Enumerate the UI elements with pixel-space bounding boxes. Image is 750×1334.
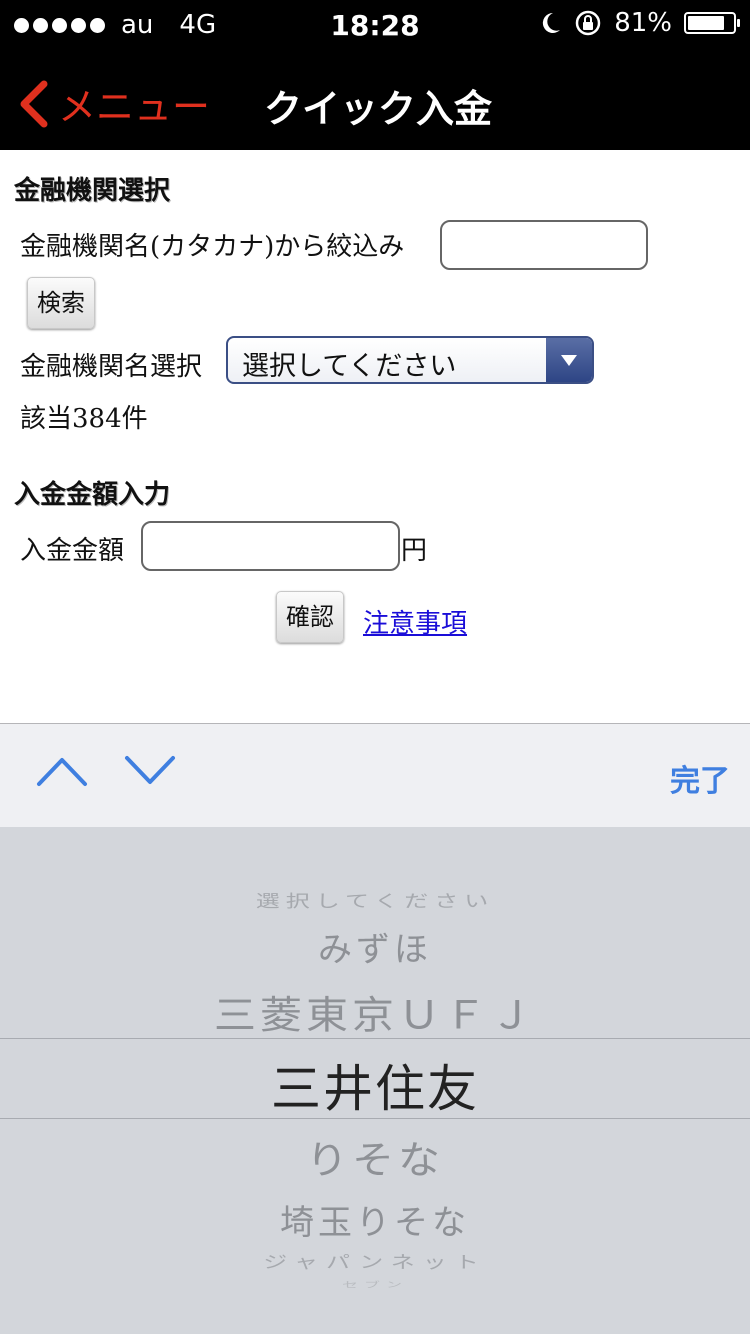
picker-option[interactable]: 選択してください xyxy=(0,887,750,912)
bank-select-value: 選択してください xyxy=(242,351,457,382)
bank-picker-wheel[interactable]: 選択してください みずほ 三菱東京ＵＦＪ 三井住友 りそな 埼玉りそな ジャパン… xyxy=(0,827,750,1334)
picker-option[interactable]: みずほ xyxy=(0,922,750,971)
confirm-button[interactable]: 確認 xyxy=(276,591,344,643)
amount-label: 入金金額 xyxy=(20,536,125,566)
bank-filter-label: 金融機関名(カタカナ)から絞込み xyxy=(20,232,405,262)
bank-select[interactable]: 選択してください xyxy=(226,336,594,384)
picker-option[interactable]: 埼玉りそな xyxy=(0,1195,750,1244)
status-right: 81% xyxy=(538,8,740,38)
dropdown-arrow-icon xyxy=(546,338,592,382)
bank-filter-input[interactable] xyxy=(440,220,648,270)
page-title: クイック入金 xyxy=(263,87,492,131)
notice-link[interactable]: 注意事項 xyxy=(363,603,467,640)
bank-section-title: 金融機関選択 xyxy=(14,176,171,206)
chevron-down-icon[interactable] xyxy=(124,754,176,788)
battery-icon xyxy=(684,12,740,34)
amount-input[interactable] xyxy=(141,521,400,571)
done-button[interactable]: 完了 xyxy=(670,756,730,800)
picker-toolbar: 完了 xyxy=(0,723,750,827)
picker-option[interactable]: ジャパンネット xyxy=(0,1248,750,1273)
form-content: 金融機関選択 金融機関名(カタカナ)から絞込み 検索 金融機関名選択 選択してく… xyxy=(0,150,750,723)
amount-unit: 円 xyxy=(401,536,428,566)
amount-section-title: 入金金額入力 xyxy=(14,480,171,510)
search-button[interactable]: 検索 xyxy=(27,277,95,329)
status-bar: au 4G 18:28 81% xyxy=(0,0,750,52)
moon-icon xyxy=(543,12,561,33)
picker-option-selected[interactable]: 三井住友 xyxy=(0,1049,750,1121)
navigation-bar: メニュー クイック入金 xyxy=(0,52,750,150)
chevron-up-icon[interactable] xyxy=(36,754,88,788)
picker-option[interactable]: 三菱東京ＵＦＪ xyxy=(0,984,750,1040)
picker-option[interactable]: りそな xyxy=(0,1129,750,1185)
battery-percent: 81% xyxy=(614,8,672,38)
bank-select-label: 金融機関名選択 xyxy=(20,352,203,382)
picker-option[interactable]: セブン xyxy=(0,1278,750,1290)
result-count: 該当384件 xyxy=(20,404,148,434)
rotation-lock-icon xyxy=(575,10,601,36)
